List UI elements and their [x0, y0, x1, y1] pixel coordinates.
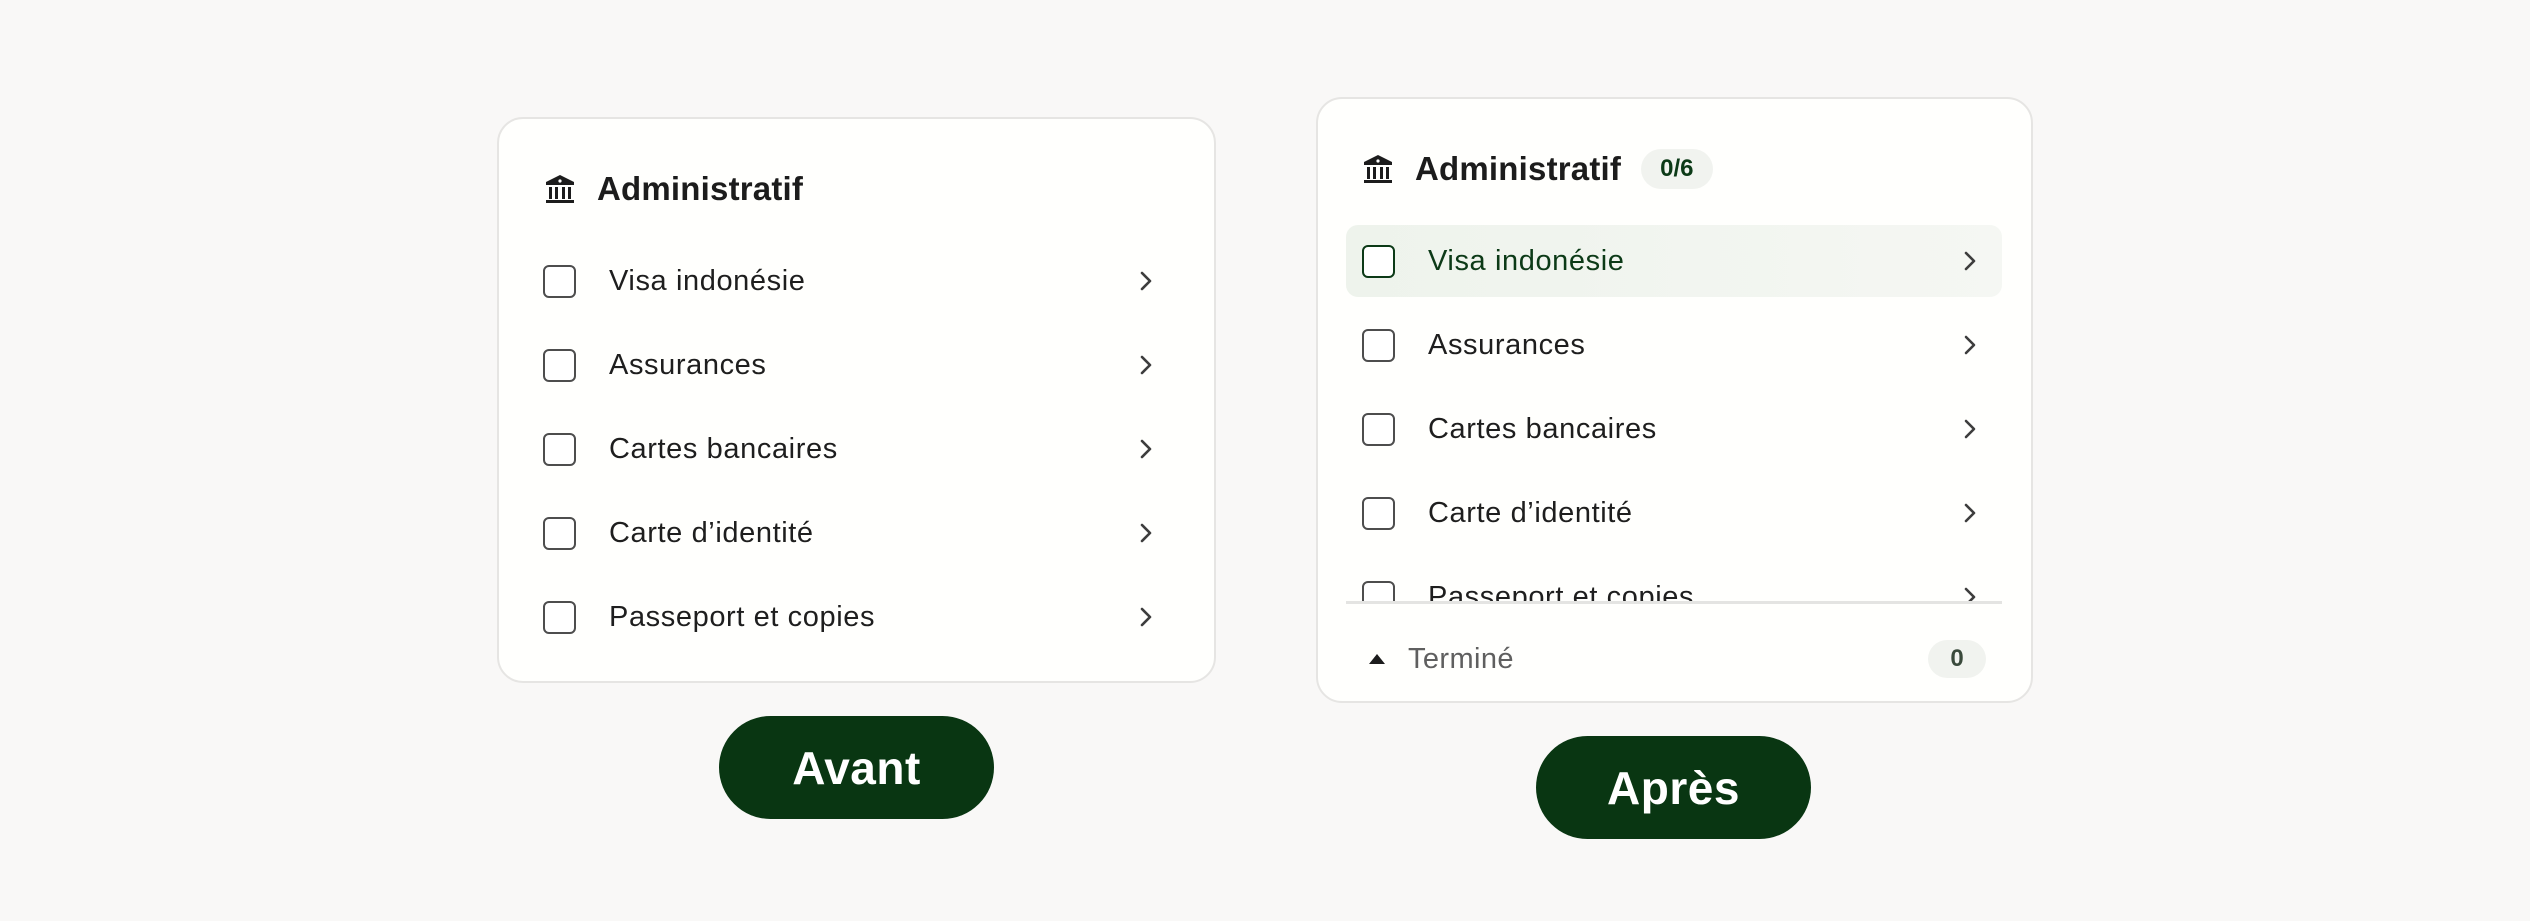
checklist-item-carte-identite[interactable]: Carte d’identité: [1346, 477, 2002, 549]
completed-count-badge: 0: [1928, 640, 1986, 678]
item-label: Carte d’identité: [1428, 496, 1633, 529]
divider: [1346, 601, 2002, 604]
checklist-card-before: Administratif Visa indonésie Assurances …: [497, 117, 1216, 683]
item-label: Passeport et copies: [609, 600, 876, 633]
checklist-item-visa[interactable]: Visa indonésie: [1346, 225, 2002, 297]
checkbox[interactable]: [543, 432, 576, 466]
chevron-right-icon[interactable]: [1136, 268, 1156, 294]
chevron-right-icon[interactable]: [1136, 604, 1156, 630]
checkbox[interactable]: [1362, 412, 1395, 446]
item-label: Visa indonésie: [609, 264, 806, 297]
item-label: Passeport et copies: [1428, 580, 1695, 603]
bank-icon: [546, 175, 574, 203]
checklist-card-after: Administratif 0/6 Visa indonésie Assuran…: [1316, 97, 2033, 703]
item-label: Cartes bancaires: [609, 432, 838, 465]
chevron-right-icon[interactable]: [1960, 248, 1980, 274]
checklist-item-passeport[interactable]: Passeport et copies: [1346, 561, 2002, 602]
checkbox[interactable]: [543, 516, 576, 550]
item-label: Cartes bancaires: [1428, 412, 1657, 445]
checkbox[interactable]: [1362, 244, 1395, 278]
chevron-right-icon[interactable]: [1136, 436, 1156, 462]
checkbox[interactable]: [543, 264, 576, 298]
checkbox[interactable]: [1362, 496, 1395, 530]
checkbox[interactable]: [1362, 328, 1395, 362]
item-label: Visa indonésie: [1428, 244, 1625, 277]
chevron-right-icon[interactable]: [1960, 584, 1980, 602]
checkbox[interactable]: [1362, 580, 1395, 602]
checklist-item-assurances[interactable]: Assurances: [1346, 309, 2002, 381]
checklist-item-passeport[interactable]: Passeport et copies: [521, 581, 1182, 653]
caret-up-icon: [1369, 654, 1385, 664]
checkbox[interactable]: [543, 600, 576, 634]
checklist-item-cartes-bancaires[interactable]: Cartes bancaires: [521, 413, 1182, 485]
completed-label: Terminé: [1408, 642, 1514, 675]
completed-section-toggle[interactable]: Terminé 0: [1346, 629, 2002, 689]
checklist-item-cartes-bancaires[interactable]: Cartes bancaires: [1346, 393, 2002, 465]
card-header: Administratif: [543, 159, 803, 219]
item-label: Carte d’identité: [609, 516, 814, 549]
item-label: Assurances: [1428, 328, 1586, 361]
checklist-item-visa[interactable]: Visa indonésie: [521, 245, 1182, 317]
item-label: Assurances: [609, 348, 767, 381]
checkbox[interactable]: [543, 348, 576, 382]
checklist-scroll-area[interactable]: Visa indonésie Assurances Cartes bancair…: [1318, 99, 2031, 602]
chevron-right-icon[interactable]: [1136, 352, 1156, 378]
chevron-right-icon[interactable]: [1960, 332, 1980, 358]
checklist-item-assurances[interactable]: Assurances: [521, 329, 1182, 401]
caption-before: Avant: [719, 716, 994, 819]
checklist-item-carte-identite[interactable]: Carte d’identité: [521, 497, 1182, 569]
chevron-right-icon[interactable]: [1136, 520, 1156, 546]
caption-after: Après: [1536, 736, 1811, 839]
chevron-right-icon[interactable]: [1960, 416, 1980, 442]
chevron-right-icon[interactable]: [1960, 500, 1980, 526]
card-title: Administratif: [597, 170, 804, 207]
